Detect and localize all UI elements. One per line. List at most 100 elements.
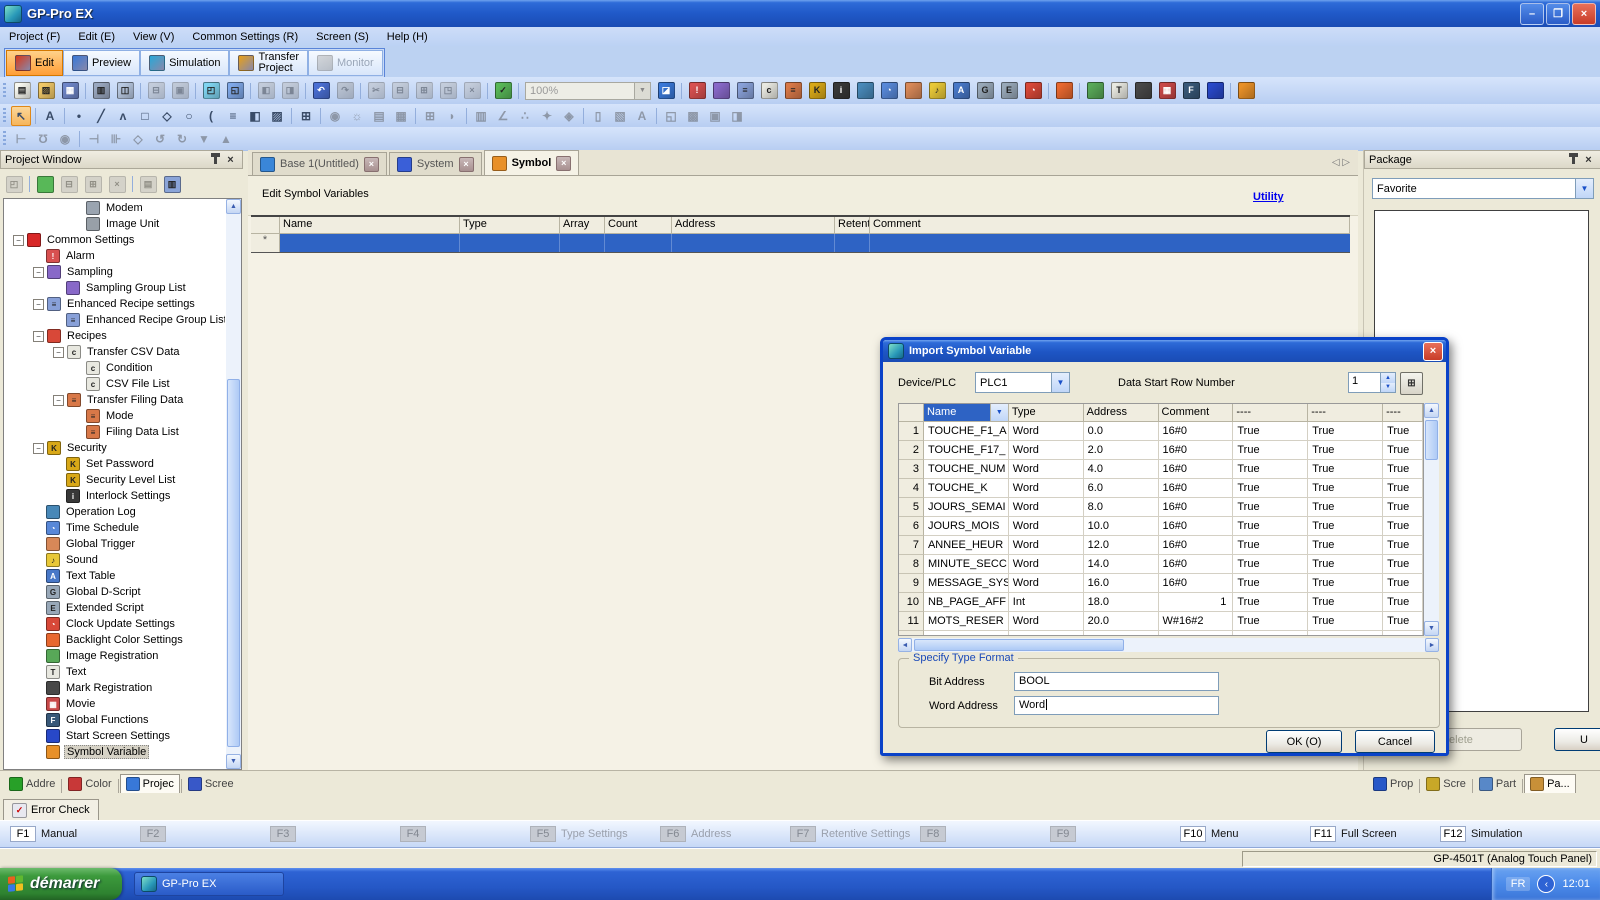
scale-tool-button[interactable]: ≡	[223, 106, 243, 126]
panel-tab-projec[interactable]: Projec	[120, 774, 180, 793]
delete-button[interactable]: ×	[106, 173, 128, 195]
message-part-button[interactable]: ▤	[369, 106, 389, 126]
mode-button-monitor[interactable]: Monitor	[308, 50, 383, 76]
recipe-settings-button[interactable]: ≡	[734, 80, 756, 102]
close-panel-icon[interactable]: ×	[223, 153, 238, 167]
date-part-button[interactable]: ▦	[391, 106, 411, 126]
paste-button[interactable]: ⊞	[413, 80, 435, 102]
line-graph-button[interactable]: ∠	[493, 106, 513, 126]
minimize-button[interactable]: –	[1520, 3, 1544, 25]
alarm-button[interactable]: !	[686, 80, 708, 102]
device-plc-select[interactable]: PLC1 ▼	[975, 372, 1070, 393]
import-table-row[interactable]: 9MESSAGE_SYSWord16.016#0TrueTrueTrue	[899, 574, 1423, 593]
align-shape-button[interactable]: ◇	[128, 129, 148, 149]
bar-graph-button[interactable]: ▥	[471, 106, 491, 126]
menu-project-f[interactable]: Project (F)	[0, 29, 69, 45]
column-header-type[interactable]: Type	[1009, 404, 1084, 422]
image-registration-button[interactable]	[1084, 80, 1106, 102]
screen-save-button[interactable]: ◱	[224, 80, 246, 102]
column-header-count[interactable]: Count	[605, 217, 672, 234]
import-table-row[interactable]: 11MOTS_RESERWord20.0W#16#2TrueTrueTrue	[899, 612, 1423, 631]
print-preview-button[interactable]: ◫	[114, 80, 136, 102]
tree-item-sampling[interactable]: −Sampling	[5, 264, 225, 280]
cancel-button[interactable]: Cancel	[1355, 730, 1435, 753]
dialog-h-thumb[interactable]	[914, 639, 1124, 651]
text-table-button[interactable]: A	[950, 80, 972, 102]
part-anim-button[interactable]: Ʊ	[33, 129, 53, 149]
redo-button[interactable]: ↷	[334, 80, 356, 102]
panel-tab-scree[interactable]: Scree	[183, 774, 239, 793]
global-trigger-button[interactable]	[902, 80, 924, 102]
tree-item-modem[interactable]: Modem	[5, 200, 225, 216]
package-update-button[interactable]: U	[1554, 728, 1600, 751]
collapse-icon[interactable]: −	[33, 267, 44, 278]
tree-item-filing-data-list[interactable]: ≡Filing Data List	[5, 424, 225, 440]
taskbar-task-gp-pro-ex[interactable]: GP-Pro EX	[134, 872, 284, 896]
new-symbol-row[interactable]: *	[251, 234, 1350, 253]
new-screen-button[interactable]: ◰	[3, 173, 25, 195]
bulb-part-button[interactable]: ▯	[588, 106, 608, 126]
tab-base-1-untitled[interactable]: Base 1(Untitled)×	[252, 152, 387, 175]
import-table-row[interactable]: 2TOUCHE_F17_Word2.016#0TrueTrueTrue	[899, 441, 1423, 460]
copy-button[interactable]: ⊟	[58, 173, 80, 195]
time-schedule-button[interactable]: ◔	[878, 80, 900, 102]
tree-item-enhanced-recipe-settings[interactable]: −≡Enhanced Recipe settings	[5, 296, 225, 312]
chevron-down-icon[interactable]: ▼	[1051, 373, 1069, 392]
panel-tab-pa[interactable]: Pa...	[1524, 774, 1576, 793]
scroll-down-icon[interactable]: ▼	[1424, 621, 1439, 636]
close-tab-icon[interactable]: ×	[459, 157, 474, 172]
global-dscript-button[interactable]: G	[974, 80, 996, 102]
tab-symbol[interactable]: Symbol×	[484, 150, 580, 175]
doc-list-button[interactable]: ▥	[161, 173, 183, 195]
mark-registration-button[interactable]	[1132, 80, 1154, 102]
tree-scrollbar[interactable]: ▲ ▼	[226, 199, 241, 769]
menu-help-h[interactable]: Help (H)	[378, 29, 437, 45]
interlock-button[interactable]: i	[830, 80, 852, 102]
tree-item-mark-registration[interactable]: Mark Registration	[5, 680, 225, 696]
symbol-variable-button[interactable]	[1235, 80, 1257, 102]
tree-item-enhanced-recipe-group-list[interactable]: ≡Enhanced Recipe Group List	[5, 312, 225, 328]
scroll-up-icon[interactable]: ▲	[1424, 403, 1439, 418]
doc-button[interactable]: ▤	[137, 173, 159, 195]
open-screen-button[interactable]: ◧	[255, 80, 277, 102]
scroll-left-icon[interactable]: ◄	[898, 638, 912, 652]
column-header-dash-6[interactable]: ----	[1383, 404, 1423, 422]
import-table-row[interactable]: 7ANNEE_HEURWord12.016#0TrueTrueTrue	[899, 536, 1423, 555]
sampling-button[interactable]	[710, 80, 732, 102]
backlight-color-button[interactable]	[1053, 80, 1075, 102]
arc-tool-button[interactable]: (	[201, 106, 221, 126]
text-button[interactable]: T	[1108, 80, 1130, 102]
tree-item-recipes[interactable]: −Recipes	[5, 328, 225, 344]
column-header-retentive[interactable]: Retentive	[835, 217, 870, 234]
import-table-row[interactable]: 5JOURS_SEMAIWord8.016#0TrueTrueTrue	[899, 498, 1423, 517]
tree-item-image-registration[interactable]: Image Registration	[5, 648, 225, 664]
csv-data-button[interactable]: c	[758, 80, 780, 102]
import-table-row[interactable]: 1TOUCHE_F1_AWord0.016#0TrueTrueTrue	[899, 422, 1423, 441]
global-functions-button[interactable]: F	[1180, 80, 1202, 102]
tree-item-global-functions[interactable]: FGlobal Functions	[5, 712, 225, 728]
restore-button[interactable]: ❐	[1546, 3, 1570, 25]
preview-window-button[interactable]: ◪	[655, 80, 677, 102]
menu-common-settings-r[interactable]: Common Settings (R)	[183, 29, 307, 45]
keypad-part-button[interactable]: ⊞	[420, 106, 440, 126]
textbox-part-button[interactable]: A	[632, 106, 652, 126]
column-header-array[interactable]: Array	[560, 217, 605, 234]
column-header-name[interactable]: Name	[924, 404, 991, 422]
utility-link[interactable]: Utility	[1253, 191, 1284, 203]
dialog-title-bar[interactable]: Import Symbol Variable ×	[883, 340, 1446, 362]
collapse-icon[interactable]: −	[33, 299, 44, 310]
collapse-icon[interactable]: −	[53, 347, 64, 358]
fkey-f11[interactable]: F11Full Screen	[1310, 826, 1440, 842]
polygon-tool-button[interactable]: ◇	[157, 106, 177, 126]
delete-button[interactable]: ×	[461, 80, 483, 102]
row-number-spinner[interactable]: 1 ▲▼	[1348, 372, 1396, 393]
part-label-button[interactable]: ◉	[55, 129, 75, 149]
start-screen-button[interactable]	[1204, 80, 1226, 102]
select-tool-button[interactable]: ↖	[11, 106, 31, 126]
print-button[interactable]: ▥	[90, 80, 112, 102]
polyline-tool-button[interactable]: ʌ	[113, 106, 133, 126]
line-tool-button[interactable]: ╱	[91, 106, 111, 126]
collapse-icon[interactable]: −	[13, 235, 24, 246]
mode-button-transfer-project[interactable]: Transfer Project	[229, 50, 308, 76]
column-header-dash-4[interactable]: ----	[1233, 404, 1308, 422]
